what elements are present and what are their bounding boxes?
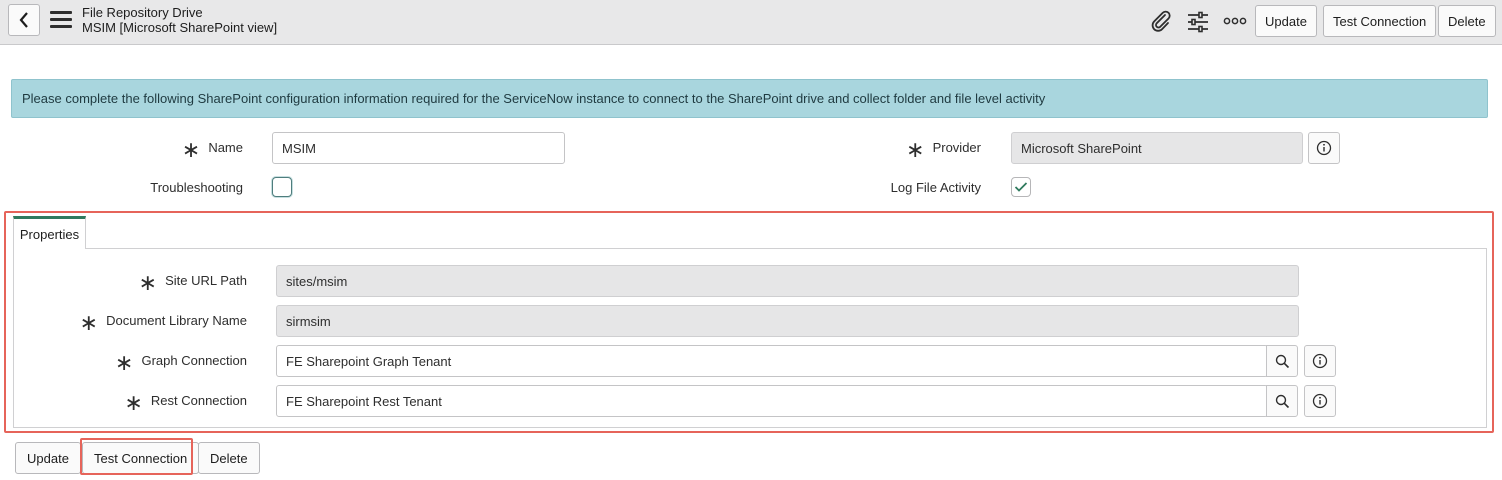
provider-label: ∗ Provider <box>906 138 981 163</box>
footer-delete-button[interactable]: Delete <box>198 442 260 474</box>
page-subtitle: MSIM [Microsoft SharePoint view] <box>82 20 278 35</box>
back-button[interactable] <box>8 4 40 36</box>
settings-sliders-icon[interactable] <box>1186 10 1210 34</box>
paperclip-icon[interactable] <box>1149 9 1173 33</box>
properties-highlight <box>4 211 1494 433</box>
log-file-activity-checkbox[interactable] <box>1011 177 1031 197</box>
required-icon: ∗ <box>906 138 925 163</box>
log-file-activity-label: Log File Activity <box>890 180 981 195</box>
title-block: File Repository Drive MSIM [Microsoft Sh… <box>82 5 277 35</box>
page-title: File Repository Drive <box>82 5 203 20</box>
info-banner-text: Please complete the following SharePoint… <box>22 91 1046 106</box>
troubleshooting-label: Troubleshooting <box>150 180 243 195</box>
header-update-button[interactable]: Update <box>1255 5 1317 37</box>
info-banner: Please complete the following SharePoint… <box>11 79 1488 118</box>
header-delete-button[interactable]: Delete <box>1438 5 1496 37</box>
more-options-icon[interactable] <box>1223 14 1247 28</box>
chevron-left-icon <box>19 12 28 28</box>
provider-info-button[interactable] <box>1308 132 1340 164</box>
footer-update-button[interactable]: Update <box>15 442 81 474</box>
provider-field: Microsoft SharePoint <box>1011 132 1303 164</box>
name-field[interactable]: MSIM <box>272 132 565 164</box>
name-label: ∗ Name <box>181 138 243 163</box>
info-icon <box>1316 140 1332 156</box>
test-connection-highlight <box>80 438 193 475</box>
header-test-connection-button[interactable]: Test Connection <box>1323 5 1437 37</box>
required-icon: ∗ <box>181 138 201 163</box>
troubleshooting-checkbox[interactable] <box>272 177 292 197</box>
checkmark-icon <box>1014 182 1028 192</box>
menu-icon[interactable] <box>50 11 72 29</box>
form-header: File Repository Drive MSIM [Microsoft Sh… <box>0 0 1502 45</box>
